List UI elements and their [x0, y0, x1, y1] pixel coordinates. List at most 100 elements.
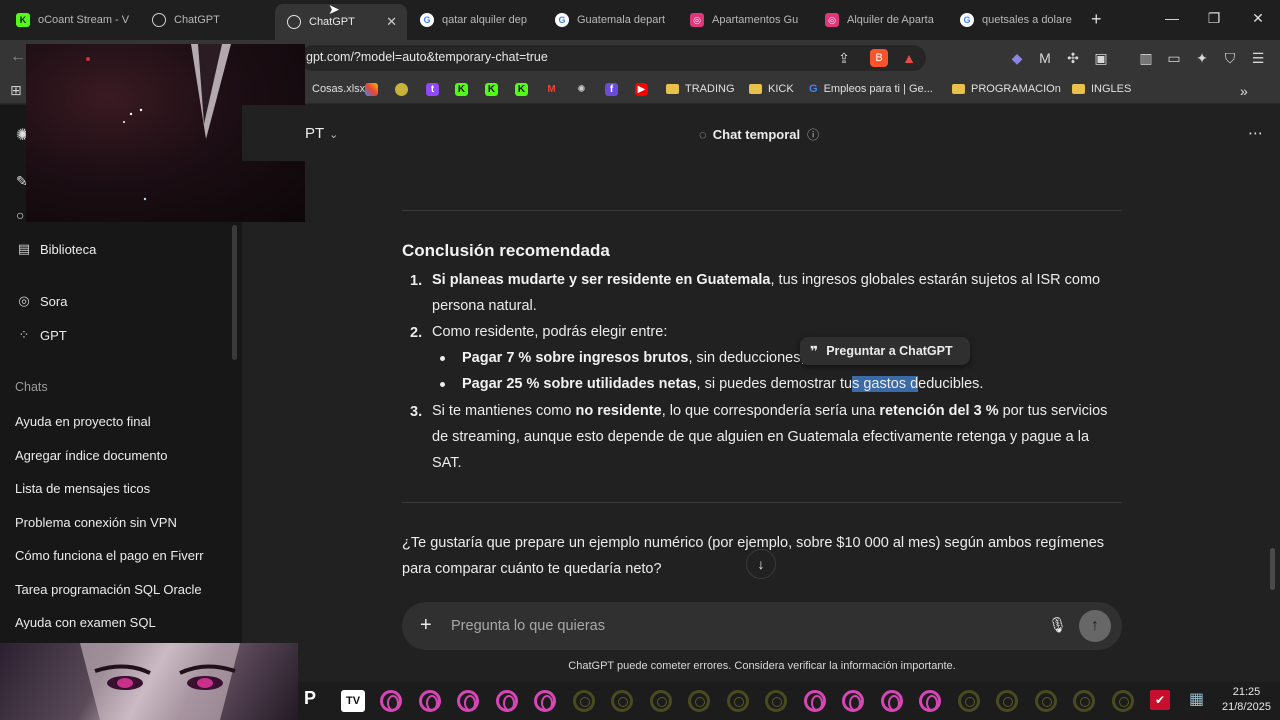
- ask-chatgpt-tooltip[interactable]: ❞ Preguntar a ChatGPT: [800, 337, 970, 365]
- chat-history-item[interactable]: Ayuda en proyecto final: [15, 414, 151, 429]
- more-options-icon[interactable]: ⋯: [1248, 124, 1263, 142]
- kick-icon[interactable]: K: [515, 83, 528, 96]
- minimize-icon[interactable]: —: [1162, 10, 1182, 26]
- brave-shield-icon[interactable]: B: [870, 49, 888, 67]
- list-item-1-line2: persona natural.: [432, 298, 537, 314]
- microphone-icon[interactable]: 🎙: [1048, 616, 1067, 634]
- bookmark-cosas-xlsx[interactable]: Cosas.xlsx: [312, 83, 365, 95]
- model-selector[interactable]: PT ⌄: [305, 125, 338, 142]
- tab-label: quetsales a dolare: [982, 14, 1072, 26]
- more-bookmarks-button[interactable]: »: [1240, 83, 1248, 99]
- clock-date: 21/8/2025: [1222, 701, 1271, 713]
- tab-qatar-alquiler[interactable]: G qatar alquiler dep: [408, 6, 542, 34]
- prompt-input[interactable]: Pregunta lo que quieras: [451, 618, 605, 634]
- tab-apartamentos[interactable]: ◎ Apartamentos Gu: [678, 6, 812, 34]
- chat-history-item[interactable]: Problema conexión sin VPN: [15, 515, 177, 530]
- chat-history-item[interactable]: Tarea programación SQL Oracle: [15, 582, 202, 597]
- apps-grid-icon[interactable]: ⊞: [10, 82, 22, 99]
- bookmark-folder-trading[interactable]: TRADING: [666, 83, 735, 95]
- tradingview-icon[interactable]: TV: [341, 690, 365, 712]
- f-app-icon[interactable]: f: [605, 83, 618, 96]
- chat-history-item[interactable]: Cómo funciona el pago en Fiverr: [15, 548, 227, 563]
- tab-chatgpt-1[interactable]: ChatGPT: [140, 6, 274, 34]
- search-icon[interactable]: ○: [16, 207, 24, 223]
- vpn-shield-icon[interactable]: ⛉: [1221, 49, 1239, 67]
- taskbar-app-icon[interactable]: [881, 690, 903, 712]
- bookmark-folder-ingles[interactable]: INGLES: [1072, 83, 1131, 95]
- taskbar-app-icon[interactable]: [804, 690, 826, 712]
- bookmark-empleos[interactable]: G Empleos para ti | Ge...: [809, 83, 933, 95]
- bookmark-colorful-icon[interactable]: [365, 83, 378, 96]
- add-attachment-icon[interactable]: +: [420, 614, 432, 637]
- list-item-3-line3: SAT.: [432, 455, 462, 471]
- new-tab-button[interactable]: +: [1091, 9, 1102, 30]
- taskbar-app-icon[interactable]: [1073, 690, 1095, 712]
- taskbar-app-icon[interactable]: [1112, 690, 1134, 712]
- chat-history-item[interactable]: Ayuda con examen SQL: [15, 615, 156, 629]
- taskbar-app-icon[interactable]: [958, 690, 980, 712]
- chatgpt-icon[interactable]: ✺: [575, 83, 588, 96]
- sidebar-scrollbar[interactable]: [232, 225, 237, 360]
- chat-history-item[interactable]: Agregar índice documento: [15, 448, 167, 463]
- taskbar-app-icon[interactable]: [419, 690, 441, 712]
- taskbar-app-icon[interactable]: [496, 690, 518, 712]
- close-tab-icon[interactable]: ✕: [386, 14, 397, 30]
- taskbar-app-icon[interactable]: [650, 690, 672, 712]
- bookmark-folder-programacion[interactable]: PROGRAMACIOn: [952, 83, 1061, 95]
- sora-icon: ◎: [18, 293, 30, 308]
- menu-icon[interactable]: ☰: [1249, 49, 1267, 67]
- gmail-icon[interactable]: M: [545, 83, 558, 96]
- google-icon: G: [555, 13, 569, 27]
- sidebar-item-gpt[interactable]: ⁘ GPT: [16, 327, 67, 343]
- taskbar-app-icon[interactable]: [688, 690, 710, 712]
- app-p-icon[interactable]: P: [304, 688, 316, 709]
- calculator-icon[interactable]: ▦: [1189, 689, 1204, 709]
- taskbar-app-icon[interactable]: [457, 690, 479, 712]
- scroll-to-bottom-button[interactable]: ↓: [746, 549, 776, 579]
- sidebar-item-biblioteca[interactable]: ▤ Biblioteca: [16, 241, 97, 257]
- media-icon[interactable]: ▣: [1092, 49, 1110, 67]
- back-arrow-icon[interactable]: ←: [10, 48, 26, 66]
- taskbar-app-icon[interactable]: [611, 690, 633, 712]
- taskbar-app-icon[interactable]: [727, 690, 749, 712]
- bookmark-folder-kick[interactable]: KICK: [749, 83, 794, 95]
- bookmark-round-icon[interactable]: [395, 83, 408, 96]
- sidebar-item-sora[interactable]: ◎ Sora: [16, 293, 67, 309]
- taskbar-app-icon[interactable]: [534, 690, 556, 712]
- close-window-icon[interactable]: ✕: [1248, 10, 1268, 27]
- taskbar-app-icon[interactable]: [919, 690, 941, 712]
- chat-history-item[interactable]: Lista de mensajes ticos: [15, 481, 150, 496]
- taskbar-app-icon[interactable]: [996, 690, 1018, 712]
- restore-icon[interactable]: ❐: [1204, 10, 1224, 27]
- wallet-icon[interactable]: ▭: [1165, 49, 1183, 67]
- sidebar-toggle-icon[interactable]: ▥: [1137, 49, 1155, 67]
- youtube-icon[interactable]: ▶: [635, 83, 648, 96]
- brave-rewards-icon[interactable]: ▲: [900, 49, 918, 67]
- puzzle-icon[interactable]: ✣: [1064, 49, 1082, 67]
- tab-guatemala-depart[interactable]: G Guatemala depart: [543, 6, 677, 34]
- taskbar-app-icon[interactable]: [1035, 690, 1057, 712]
- tab-label: ChatGPT: [174, 14, 220, 26]
- extension-icon[interactable]: ◆: [1008, 49, 1026, 67]
- taskbar-app-icon[interactable]: [380, 690, 402, 712]
- check-app-icon[interactable]: ✔: [1150, 690, 1170, 710]
- info-icon[interactable]: ⓘ: [807, 126, 819, 143]
- taskbar-app-icon[interactable]: [842, 690, 864, 712]
- twitch-icon[interactable]: t: [426, 83, 439, 96]
- taskbar-app-icon[interactable]: [765, 690, 787, 712]
- library-icon: ▤: [17, 241, 31, 256]
- taskbar-app-icon[interactable]: [573, 690, 595, 712]
- send-button[interactable]: ↑: [1079, 610, 1111, 642]
- tab-alquiler-aparta[interactable]: ◎ Alquiler de Aparta: [813, 6, 947, 34]
- kick-icon[interactable]: K: [485, 83, 498, 96]
- taskbar-clock[interactable]: 21:25 21/8/2025: [1222, 685, 1271, 715]
- kick-icon[interactable]: K: [455, 83, 468, 96]
- url-text[interactable]: gpt.com/?model=auto&temporary-chat=true: [306, 50, 548, 64]
- share-icon[interactable]: ⇪: [835, 49, 853, 67]
- tab-kick-stream[interactable]: K oCoant Stream - V: [4, 6, 140, 34]
- m-extension-icon[interactable]: M: [1036, 49, 1054, 67]
- leo-ai-icon[interactable]: ✦: [1193, 49, 1211, 67]
- main-scrollbar[interactable]: [1270, 548, 1275, 590]
- tab-quetsales[interactable]: G quetsales a dolare: [948, 6, 1082, 34]
- tab-chatgpt-active[interactable]: ChatGPT ✕: [275, 4, 407, 40]
